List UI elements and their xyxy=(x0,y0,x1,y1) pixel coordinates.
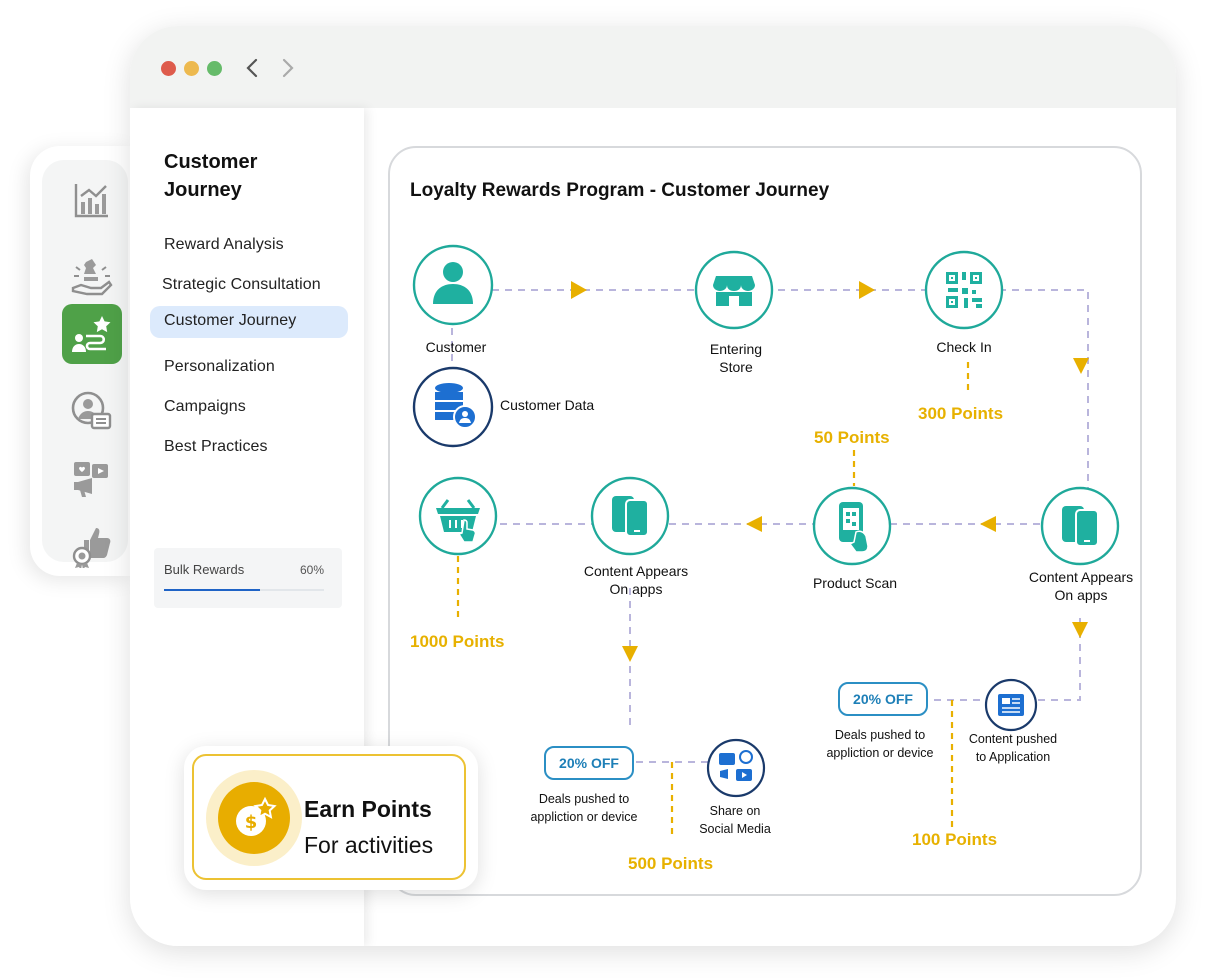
earn-points-card: $ Earn Points For activities xyxy=(184,746,478,890)
customer-label: Customer xyxy=(425,339,487,355)
coin-halo: $ xyxy=(206,770,302,866)
check-in-label: Check In xyxy=(936,339,992,355)
close-window-button[interactable] xyxy=(161,61,176,76)
earn-points-subtitle: For activities xyxy=(304,832,434,858)
svg-text:$: $ xyxy=(245,812,258,833)
icon-rail-inner xyxy=(42,160,128,568)
menu-item-campaigns[interactable]: Campaigns xyxy=(164,398,246,416)
bulk-rewards-percent: 60% xyxy=(299,563,324,577)
discount-badge-left: 20% OFF xyxy=(544,746,634,780)
forward-arrow-icon[interactable] xyxy=(278,56,298,80)
social-points: 500 Points xyxy=(628,854,714,873)
bulk-rewards-progress-track xyxy=(164,589,324,591)
mobile-apps-right-icon xyxy=(1040,486,1120,566)
customer-node-icon xyxy=(412,244,494,326)
shopping-points: 1000 Points xyxy=(410,632,505,651)
minimize-window-button[interactable] xyxy=(184,61,199,76)
menu-item-strategic-consultation[interactable]: Strategic Consultation xyxy=(162,276,321,294)
content-pushed-text: Content pushed to Application xyxy=(968,732,1058,764)
icon-rail xyxy=(30,146,132,576)
back-arrow-icon[interactable] xyxy=(242,56,262,80)
qr-code-icon xyxy=(924,250,1004,330)
content-pushed-points: 100 Points xyxy=(912,830,998,849)
menu-item-personalization[interactable]: Personalization xyxy=(164,358,275,376)
analytics-chart-icon[interactable] xyxy=(62,170,122,230)
coin-star-icon: $ xyxy=(218,782,290,854)
product-scan-points: 50 Points xyxy=(814,428,890,447)
window-titlebar xyxy=(130,26,1176,108)
customer-profile-icon[interactable] xyxy=(62,382,122,442)
deals-left-label: Deals pushed to appliction or device xyxy=(514,790,654,826)
earn-points-card-border: $ Earn Points For activities xyxy=(192,754,466,880)
maximize-window-button[interactable] xyxy=(207,61,222,76)
deals-right-text: Deals pushed to appliction or device xyxy=(826,728,934,760)
deals-left-text: Deals pushed to appliction or device xyxy=(530,792,638,824)
menu-item-best-practices[interactable]: Best Practices xyxy=(164,438,268,456)
product-scan-label: Product Scan xyxy=(812,575,898,591)
share-social-icon xyxy=(706,738,766,798)
badge-thumbs-up-icon[interactable] xyxy=(62,516,122,576)
content-pushed-label: Content pushed to Application xyxy=(950,730,1076,766)
bulk-rewards-label: Bulk Rewards xyxy=(164,562,245,577)
content-appears-left-label: Content Appears On apps xyxy=(566,562,706,598)
social-media-icon[interactable] xyxy=(62,450,122,510)
check-in-points: 300 Points xyxy=(918,404,1004,423)
shopping-basket-icon xyxy=(418,476,498,556)
mobile-apps-left-icon xyxy=(590,476,670,556)
share-social-text: Share on Social Media xyxy=(699,804,771,836)
journey-diagram-card: Loyalty Rewards Program - Customer Journ… xyxy=(388,146,1142,896)
discount-badge-right: 20% OFF xyxy=(838,682,928,716)
earn-points-title: Earn Points xyxy=(304,796,432,822)
content-appears-right-text: Content Appears On apps xyxy=(1028,569,1134,603)
deals-right-label: Deals pushed to appliction or device xyxy=(810,726,950,762)
bulk-rewards-card: Bulk Rewards 60% xyxy=(154,548,342,608)
content-pushed-icon xyxy=(984,678,1038,732)
customer-data-label: Customer Data xyxy=(500,397,595,413)
menu-title: Customer Journey xyxy=(164,151,258,201)
customer-data-icon xyxy=(412,366,494,448)
menu-item-customer-journey[interactable]: Customer Journey xyxy=(150,306,348,338)
content-appears-left-text: Content Appears On apps xyxy=(583,563,689,597)
entering-store-label: Entering Store xyxy=(688,340,784,376)
share-social-label: Share on Social Media xyxy=(680,802,790,838)
product-scan-icon xyxy=(812,486,892,566)
bulk-rewards-progress-fill xyxy=(164,589,260,591)
strategy-chess-hand-icon[interactable] xyxy=(62,250,122,310)
journey-star-icon[interactable] xyxy=(62,304,122,364)
content-appears-right-label: Content Appears On apps xyxy=(1016,568,1146,604)
store-icon xyxy=(694,250,774,330)
entering-store-text: Entering Store xyxy=(709,341,763,375)
menu-item-reward-analysis[interactable]: Reward Analysis xyxy=(164,236,284,254)
